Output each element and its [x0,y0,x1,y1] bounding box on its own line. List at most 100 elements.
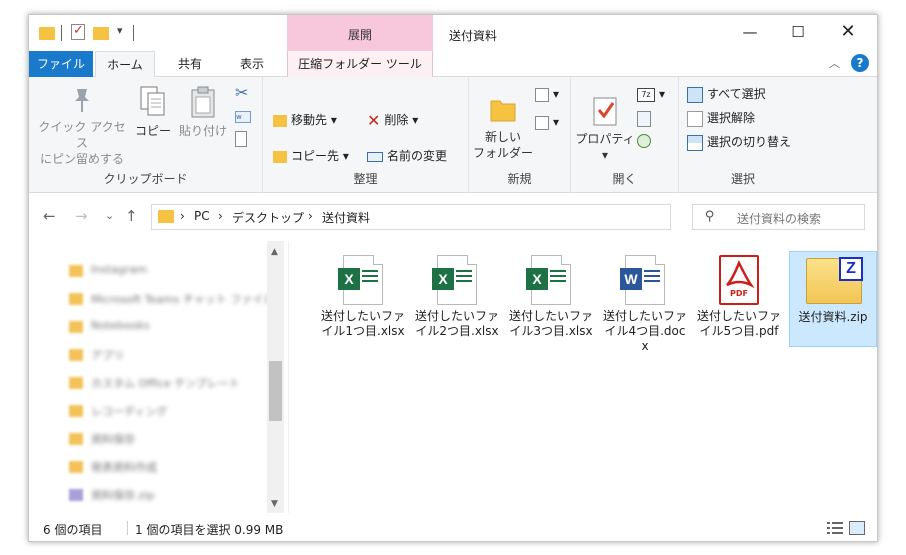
crumb-separator[interactable]: › [218,209,223,223]
new-folder-qat-button[interactable] [93,27,109,40]
toolbar-divider [133,25,134,41]
search-box[interactable]: ⚲ 送付資料の検索 [692,204,865,230]
delete-icon: ✕ [367,110,381,130]
nav-item-label: Instagram [91,263,147,276]
nav-item-label: 資料保存.zip [91,489,155,502]
paste-shortcut-button[interactable] [235,127,251,149]
tab-home[interactable]: ホーム [95,51,155,78]
scrollbar-thumb[interactable] [269,361,282,421]
properties-button[interactable]: プロパティ ▾ [575,95,635,163]
select-all-icon [687,86,703,103]
nav-item[interactable]: 資料保存.zip [69,485,269,507]
select-all-button[interactable]: すべて選択 [687,83,766,105]
new-group-label: 新規 [507,172,532,186]
excel-badge: X [432,268,454,290]
organize-group-label: 整理 [353,172,378,186]
address-row: ← → ⌄ ↑ › PC › デスクトップ › 送付資料 ⌄ ↻ ⚲ 送付資料の… [29,193,877,241]
nav-item-label: レコーディング [91,405,168,418]
maximize-button[interactable]: ☐ [775,15,821,49]
minimize-button[interactable]: — [727,15,773,49]
invert-selection-button[interactable]: 選択の切り替え [687,131,791,153]
tab-share[interactable]: 共有 [163,51,217,77]
select-none-icon [687,110,703,127]
copy-button[interactable]: コピー [133,85,173,139]
nav-item[interactable]: Microsoft Teams チャット ファイル [69,289,274,311]
select-group: すべて選択 選択解除 選択の切り替え 選択 [679,77,807,193]
select-none-button[interactable]: 選択解除 [687,107,755,129]
paste-button[interactable]: 貼り付け [177,85,229,139]
path-icon: w [235,110,251,123]
file-item[interactable]: X 送付したいファイル1つ目.xlsx [319,251,407,347]
back-arrow-icon[interactable]: ← [43,207,56,225]
open-with-button[interactable]: 7z ▾ [637,83,665,105]
context-tab-header[interactable]: 展開 [287,15,433,51]
nav-item[interactable]: カスタム Office テンプレート [69,373,269,395]
excel-file-icon: X [526,255,571,305]
tab-view[interactable]: 表示 [225,51,279,77]
scroll-up-icon[interactable]: ▲ [271,247,278,257]
toolbar-divider [61,25,62,41]
tab-file[interactable]: ファイル [29,51,93,77]
folder-icon [158,210,174,223]
breadcrumb-current[interactable]: 送付資料 [322,209,370,226]
chevron-up-icon[interactable]: ︿ [829,55,840,71]
nav-item[interactable]: アプリ [69,345,269,367]
excel-badge: X [338,268,360,290]
zip-badge: Z [839,257,863,281]
close-button[interactable]: ✕ [825,15,871,49]
copy-to-icon [273,150,287,163]
up-arrow-icon[interactable]: ↑ [125,207,138,225]
pin-label-line1: クイック アクセス [38,120,126,150]
file-item-selected[interactable]: Z 送付資料.zip [789,251,877,347]
word-badge: W [620,268,642,290]
edit-button[interactable] [637,107,655,129]
file-item[interactable]: PDF 送付したいファイル5つ目.pdf [695,251,783,347]
properties-qat-button[interactable] [71,23,85,40]
new-folder-label-line1: 新しい [484,130,521,144]
recent-locations-chevron-icon[interactable]: ⌄ [105,209,114,222]
copy-to-button[interactable]: コピー先 ▾ [273,145,349,167]
nav-item[interactable]: 資料保存 [69,429,269,451]
customize-qat-dropdown[interactable]: ▾ [117,24,123,42]
rename-button[interactable]: 名前の変更 [367,145,447,167]
nav-scrollbar[interactable]: ▲ ▼ [267,241,284,513]
nav-item[interactable]: レコーディング [69,401,269,423]
rename-label: 名前の変更 [387,149,448,163]
move-to-button[interactable]: 移動先 ▾ [273,109,337,131]
new-folder-button[interactable]: 新しい フォルダー [473,95,533,161]
breadcrumb-desktop[interactable]: デスクトップ [232,209,304,226]
cut-button[interactable]: ✂ [235,81,252,103]
file-item[interactable]: X 送付したいファイル2つ目.xlsx [413,251,501,347]
move-icon [273,114,287,127]
crumb-separator[interactable]: › [308,209,313,223]
breadcrumb-pc[interactable]: PC [194,209,210,223]
history-button[interactable] [637,129,655,151]
file-item[interactable]: X 送付したいファイル3つ目.xlsx [507,251,595,347]
folder-icon [69,461,83,473]
scroll-down-icon[interactable]: ▼ [271,499,278,509]
shortcut-icon [235,130,247,147]
new-folder-label-line2: フォルダー [473,146,534,160]
select-group-label: 選択 [730,172,755,186]
help-icon[interactable]: ? [851,54,869,72]
details-view-icon[interactable] [827,521,843,535]
address-bar[interactable]: › PC › デスクトップ › 送付資料 ⌄ ↻ [151,204,788,230]
tab-compressed-tools[interactable]: 圧縮フォルダー ツール [287,51,433,77]
easy-access-button[interactable]: ▾ [535,111,559,133]
file-list: X 送付したいファイル1つ目.xlsx X 送付したいファイル2つ目.xlsx … [291,241,877,513]
excel-file-icon: X [338,255,383,305]
new-item-button[interactable]: ▾ [535,83,559,105]
nav-item[interactable]: Notebooks [69,317,269,339]
pin-quick-access-button[interactable]: クイック アクセス にピン留めする [33,85,131,167]
delete-button[interactable]: ✕ 削除 ▾ [367,109,418,131]
nav-item[interactable]: 発表資料作成 [69,457,269,479]
forward-arrow-icon[interactable]: → [75,207,88,225]
large-icons-view-icon[interactable] [849,521,865,535]
select-none-label: 選択解除 [707,111,756,125]
new-item-icon [535,87,549,102]
excel-file-icon: X [432,255,477,305]
open-group: プロパティ ▾ 7z ▾ 開く [571,77,679,193]
copy-path-button[interactable]: w [235,105,255,127]
nav-item[interactable]: Instagram [69,261,269,283]
file-item[interactable]: W 送付したいファイル4つ目.docx [601,251,689,353]
